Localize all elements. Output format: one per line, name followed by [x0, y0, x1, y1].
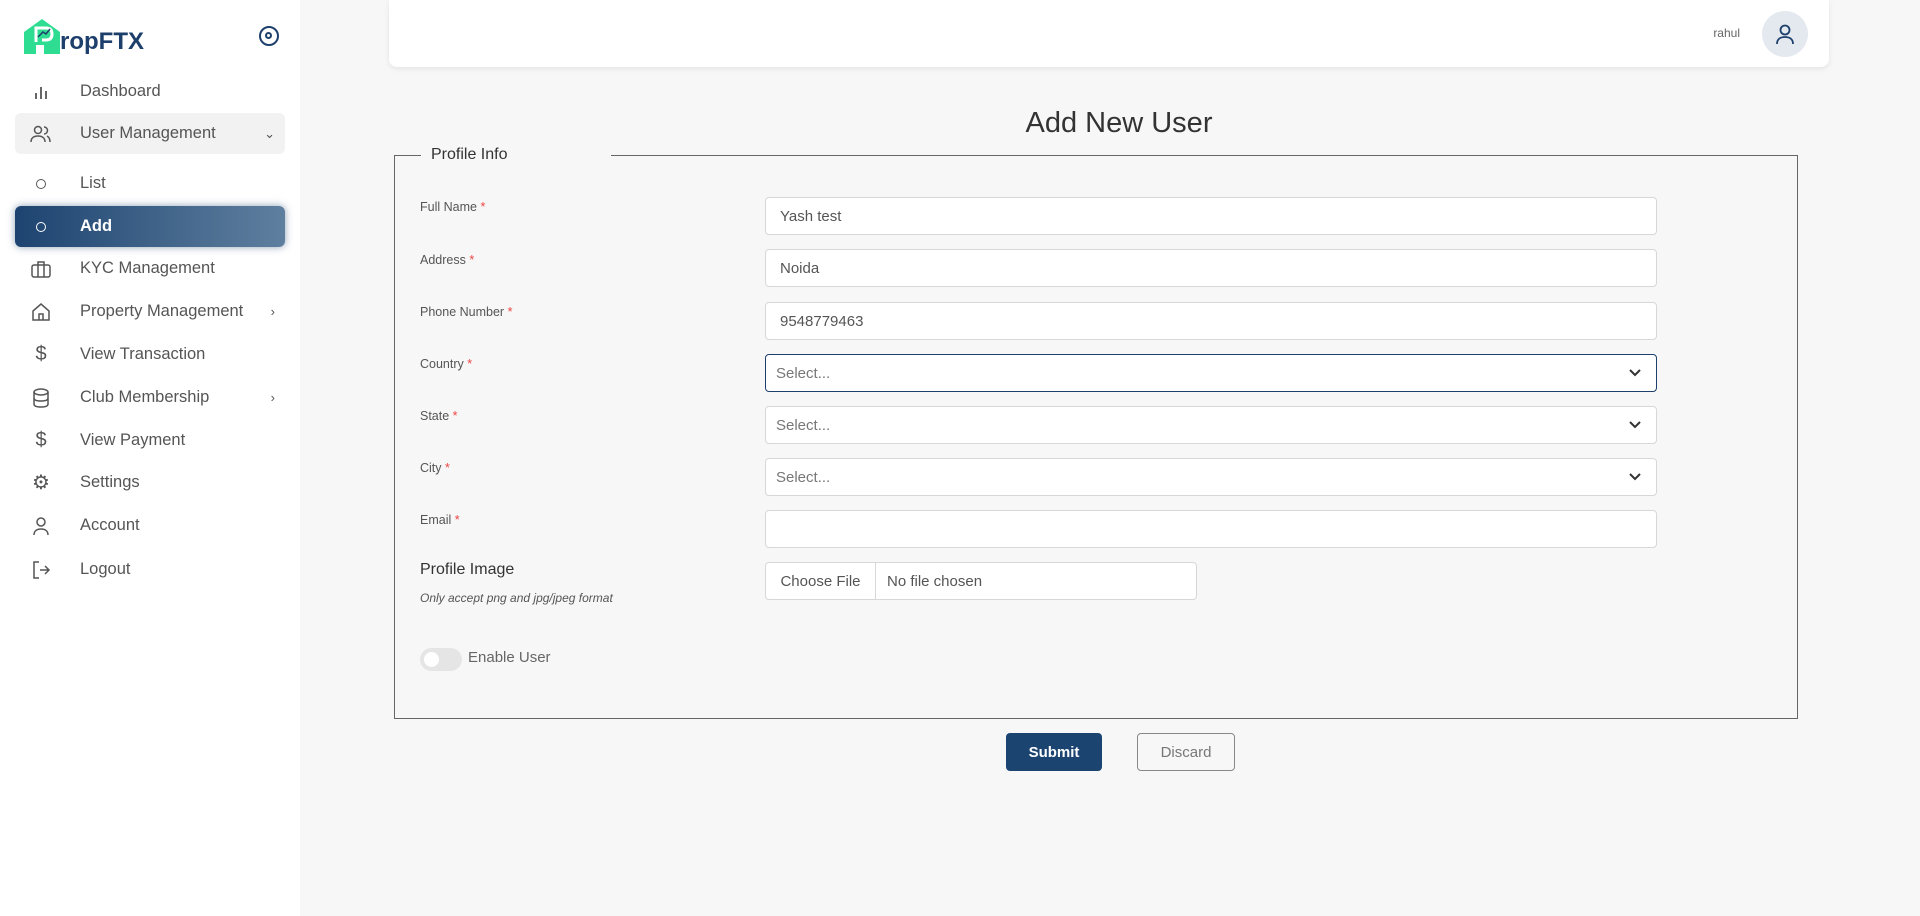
username: rahul: [1713, 26, 1740, 40]
sidebar-item-add[interactable]: Add: [15, 206, 285, 247]
chevron-down-icon: [1628, 417, 1642, 435]
briefcase-icon: [29, 260, 53, 278]
circle-icon: [29, 178, 53, 189]
sidebar-item-label: View Payment: [80, 431, 186, 449]
brand-name: ropFTX: [60, 28, 144, 55]
phone-input[interactable]: 9548779463: [765, 302, 1657, 340]
sidebar-toggle-icon[interactable]: [259, 26, 279, 46]
chevron-right-icon: ›: [270, 390, 275, 405]
sidebar-item-label: Club Membership: [80, 388, 210, 406]
country-select[interactable]: Select...: [765, 354, 1657, 392]
state-select[interactable]: Select...: [765, 406, 1657, 444]
phone-label: Phone Number *: [420, 305, 513, 319]
page-title: Add New User: [1025, 107, 1213, 139]
email-label: Email *: [420, 513, 460, 527]
sidebar-item-label: Account: [80, 516, 140, 534]
file-status: No file chosen: [887, 572, 983, 590]
section-legend: Profile Info: [431, 146, 508, 163]
sidebar-item-club-membership[interactable]: Club Membership ›: [15, 377, 285, 418]
home-icon: [29, 302, 53, 322]
city-label: City *: [420, 461, 450, 475]
enable-user-label: Enable User: [468, 649, 551, 666]
dollar-icon: $: [35, 429, 47, 451]
avatar[interactable]: [1762, 11, 1808, 57]
sidebar-item-label: List: [80, 174, 106, 192]
sidebar-item-label: Settings: [80, 473, 140, 491]
bar-chart-icon: [29, 84, 53, 100]
sidebar-item-logout[interactable]: Logout: [15, 549, 285, 590]
profile-image-file-input[interactable]: Choose File No file chosen: [765, 562, 1197, 600]
sidebar-item-list[interactable]: List: [15, 163, 285, 204]
profile-image-label: Profile Image: [420, 561, 515, 578]
sidebar-item-view-payment[interactable]: $ View Payment: [15, 420, 285, 461]
logout-icon: [29, 560, 53, 580]
user-icon: [1776, 24, 1794, 45]
submit-button[interactable]: Submit: [1006, 733, 1102, 771]
chevron-down-icon: [1628, 469, 1642, 487]
state-label: State *: [420, 409, 458, 423]
chevron-down-icon: [1628, 365, 1642, 383]
gear-icon: ⚙: [32, 472, 50, 494]
sidebar-item-account[interactable]: Account: [15, 505, 285, 546]
logo-house-icon: [24, 19, 60, 54]
country-label: Country *: [420, 357, 473, 371]
sidebar-item-label: Logout: [80, 560, 131, 578]
enable-user-toggle[interactable]: [420, 648, 462, 671]
sidebar-item-label: View Transaction: [80, 345, 206, 363]
profile-image-hint: Only accept png and jpg/jpeg format: [420, 591, 613, 605]
discard-button[interactable]: Discard: [1137, 733, 1235, 771]
full-name-input[interactable]: Yash test: [765, 197, 1657, 235]
address-input[interactable]: Noida: [765, 249, 1657, 287]
dollar-icon: $: [35, 343, 47, 365]
sidebar-item-kyc-management[interactable]: KYC Management: [15, 248, 285, 289]
sidebar-item-dashboard[interactable]: Dashboard: [15, 71, 285, 112]
sidebar-item-property-management[interactable]: Property Management ›: [15, 291, 285, 332]
address-label: Address *: [420, 253, 475, 267]
top-header: rahul: [389, 0, 1829, 67]
sidebar-item-label: KYC Management: [80, 259, 215, 277]
sidebar-item-settings[interactable]: ⚙ Settings: [15, 462, 285, 503]
choose-file-button[interactable]: Choose File: [766, 563, 876, 599]
full-name-label: Full Name *: [420, 200, 486, 214]
sidebar-item-label: Add: [80, 217, 113, 235]
database-icon: [29, 387, 53, 408]
circle-icon: [29, 221, 53, 232]
sidebar-item-label: Property Management: [80, 302, 244, 320]
user-icon: [29, 516, 53, 536]
logo[interactable]: ropFTX: [22, 18, 144, 55]
chevron-right-icon: ›: [270, 304, 275, 319]
city-select[interactable]: Select...: [765, 458, 1657, 496]
sidebar-item-view-transaction[interactable]: $ View Transaction: [15, 334, 285, 375]
sidebar-item-label: Dashboard: [80, 82, 161, 100]
email-input[interactable]: [765, 510, 1657, 548]
